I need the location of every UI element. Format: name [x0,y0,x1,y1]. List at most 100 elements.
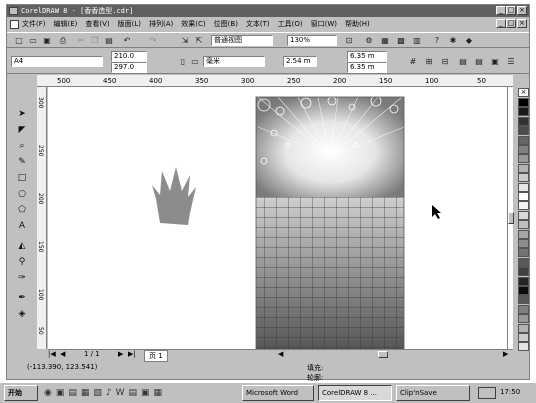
page-prev-button[interactable]: ◀ [60,350,65,358]
color-swatch[interactable] [518,98,529,107]
duplicate-x-field[interactable]: 6.35 m [347,51,387,62]
outline-tool-icon[interactable]: ✒ [14,291,30,305]
color-swatch[interactable] [518,126,529,136]
landscape-icon[interactable]: ▭ [189,56,201,67]
view-mode-select[interactable]: 普通视图 [211,35,273,46]
portrait-icon[interactable]: ▯ [177,56,189,67]
interactive-tool-icon[interactable]: ✑ [14,271,30,285]
scrapbook-icon[interactable]: ▦ [379,35,391,46]
menu-view[interactable]: 查看(V) [85,19,109,29]
scroll-right-button[interactable]: ▶ [503,350,508,358]
new-icon[interactable]: □ [13,35,25,46]
print-icon[interactable]: ⎙ [57,35,69,46]
drawing-canvas[interactable] [48,87,513,349]
menu-file[interactable]: 文件(F) [22,19,46,29]
no-color-swatch[interactable]: × [518,88,529,97]
nudge-offset-field[interactable]: 2.54 m [283,56,317,67]
page-setup-icon[interactable]: ▤ [457,56,469,67]
scroll-thumb[interactable] [378,351,388,358]
color-swatch[interactable] [518,342,529,352]
application-launcher-icon[interactable]: ⊡ [343,35,355,46]
color-swatch[interactable] [518,257,529,267]
save-icon[interactable]: ▣ [41,35,53,46]
page-border-icon[interactable]: ▣ [489,56,501,67]
duplicate-y-field[interactable]: 6.35 m [347,62,387,73]
rectangle-tool-icon[interactable]: □ [14,171,30,185]
minimize-button[interactable]: _ [496,6,506,15]
color-swatch[interactable] [518,173,529,183]
page-first-button[interactable]: |◀ [48,350,56,358]
color-swatch[interactable] [518,192,529,201]
open-icon[interactable]: ▭ [27,35,39,46]
color-swatch[interactable] [518,107,529,117]
color-icon[interactable]: ◆ [463,35,475,46]
shape-tool-icon[interactable]: ◤ [14,123,30,137]
menu-tools[interactable]: 工具(O) [278,19,303,29]
settings-icon[interactable]: ✱ [447,35,459,46]
import-icon[interactable]: ⇲ [179,35,191,46]
page-next-button[interactable]: ▶ [118,350,123,358]
paper-size-select[interactable]: A4 [11,56,103,67]
cut-icon[interactable]: ✂ [75,35,87,46]
zoom-tool-icon[interactable]: ⌕ [14,139,30,153]
menu-text[interactable]: 文本(T) [246,19,270,29]
align-icon[interactable]: ☰ [505,56,517,67]
start-button[interactable]: 开始 [4,385,38,401]
page-last-button[interactable]: ▶| [128,350,136,358]
maximize-button[interactable]: □ [506,6,516,15]
vscroll-thumb[interactable] [508,212,514,224]
options-icon[interactable]: ▩ [395,35,407,46]
color-swatch[interactable] [518,145,529,154]
menu-help[interactable]: 帮助(H) [345,19,370,29]
task-clipnsave[interactable]: Clip'nSave [396,385,470,401]
menu-effects[interactable]: 效果(C) [181,19,205,29]
paper-height-field[interactable]: 297.0 [111,62,147,73]
color-swatch[interactable] [518,229,529,239]
snap-objects-icon[interactable]: ⊟ [439,56,451,67]
color-swatch[interactable] [518,182,529,192]
doc-close-button[interactable]: × [517,19,527,28]
menu-layout[interactable]: 版面(L) [118,19,141,29]
layout-icon[interactable]: ▥ [411,35,423,46]
color-swatch[interactable] [518,239,529,248]
color-swatch[interactable] [518,276,529,286]
menu-edit[interactable]: 编辑(E) [54,19,78,29]
horizontal-scrollbar[interactable]: |◀ ◀ 1 / 1 ▶ ▶| 页 1 ◀ ▶ [48,349,513,362]
scroll-left-button[interactable]: ◀ [278,350,283,358]
menu-arrange[interactable]: 排列(A) [149,19,173,29]
corel-script-icon[interactable]: ⚙ [363,35,375,46]
text-tool-icon[interactable]: A [14,219,30,233]
color-swatch[interactable] [518,304,529,314]
color-swatch[interactable] [518,333,529,342]
redo-icon[interactable]: ↷ [147,35,159,46]
doc-icon[interactable] [10,19,19,29]
color-swatch[interactable] [518,267,529,277]
color-swatch[interactable] [518,295,529,305]
color-swatch[interactable] [518,286,529,295]
ellipse-tool-icon[interactable]: ○ [14,187,30,201]
interactive-fill-icon[interactable]: ◭ [14,239,30,253]
polygon-tool-icon[interactable]: ⬠ [14,203,30,217]
color-swatch[interactable] [518,116,529,126]
color-swatch[interactable] [518,220,529,230]
grid-icon[interactable]: # [407,56,419,67]
eyedropper-icon[interactable]: ⚲ [14,255,30,269]
freehand-tool-icon[interactable]: ✎ [14,155,30,169]
color-swatch[interactable] [518,163,529,173]
color-swatch[interactable] [518,135,529,145]
page-setup2-icon[interactable]: ▤ [473,56,485,67]
task-word[interactable]: Microsoft Word [242,385,314,401]
undo-icon[interactable]: ↶ [121,35,133,46]
color-swatch[interactable] [518,314,529,324]
color-swatch[interactable] [518,210,529,220]
color-swatch[interactable] [518,201,529,211]
zoom-select[interactable]: 130% [287,35,337,46]
vertical-scrollbar[interactable] [507,87,514,349]
fill-tool-icon[interactable]: ◈ [14,307,30,321]
pick-tool-icon[interactable]: ➤ [14,107,30,121]
export-icon[interactable]: ⇱ [193,35,205,46]
doc-restore-button[interactable]: □ [506,19,516,28]
color-swatch[interactable] [518,154,529,164]
units-select[interactable]: 毫米 [203,56,265,67]
menu-bitmaps[interactable]: 位图(B) [214,19,238,29]
